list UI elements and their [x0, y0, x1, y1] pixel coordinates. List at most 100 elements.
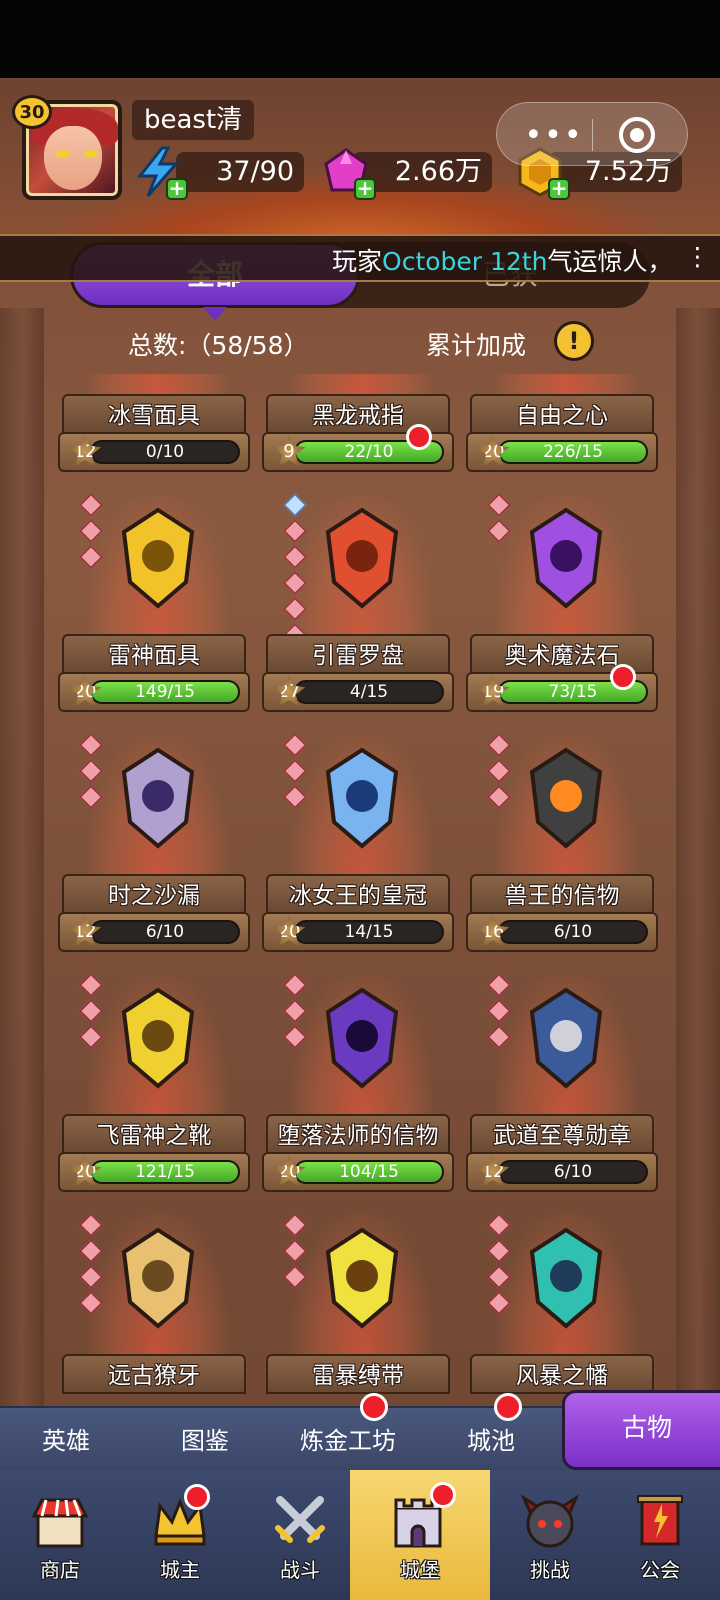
progress-bar: 14/15 — [294, 920, 444, 944]
header: 30 beast清 37/90 + 2.66万 + 7.52万 + ••• — [0, 78, 720, 243]
progress-bar: 6/10 — [90, 920, 240, 944]
star-rating — [283, 973, 307, 1049]
relic-card[interactable]: 飞雷神之靴 121/15 20 — [58, 964, 252, 1194]
lightning-icon[interactable]: + — [132, 146, 188, 200]
relic-grid: 冰雪面具 0/10 12 黑龙戒指 22/10 9 自由之心 226/15 20 雷神面具 149/… — [0, 374, 720, 1454]
star-icon — [283, 519, 307, 543]
relic-name: 雷神面具 — [108, 643, 200, 669]
star-icon — [487, 1213, 511, 1237]
progress-text: 226/15 — [543, 442, 603, 462]
star-icon — [283, 571, 307, 595]
more-menu-icon[interactable]: ••• — [519, 103, 589, 167]
star-icon — [283, 493, 307, 517]
star-icon — [487, 1291, 511, 1315]
star-icon — [283, 597, 307, 621]
ticker-highlight: October 12th — [382, 247, 548, 276]
gem-icon[interactable]: + — [320, 146, 376, 200]
nav-castle-label: 城堡 — [400, 1558, 440, 1582]
star-icon — [283, 759, 307, 783]
star-icon — [79, 1213, 103, 1237]
progress-bar: 149/15 — [90, 680, 240, 704]
plus-icon[interactable]: + — [354, 178, 376, 200]
star-icon — [79, 973, 103, 997]
nav-shop-label: 商店 — [40, 1558, 80, 1582]
relic-name: 雷暴缚带 — [312, 1363, 404, 1389]
relic-icon — [121, 987, 195, 1089]
subnav-relics[interactable]: 古物 — [562, 1390, 720, 1470]
level-badge: 30 — [12, 95, 52, 129]
star-icon — [487, 999, 511, 1023]
relic-card[interactable]: 雷神面具 149/15 20 — [58, 484, 252, 714]
relic-card[interactable]: 武道至尊勋章 6/10 12 — [466, 964, 660, 1194]
nav-lord[interactable]: 城主 — [120, 1470, 240, 1600]
star-icon — [283, 545, 307, 569]
relic-name: 风暴之幡 — [516, 1363, 608, 1389]
star-icon — [487, 785, 511, 809]
avatar-eye — [84, 150, 98, 158]
energy-value: 37/90 — [176, 152, 304, 192]
nav-guild-label: 公会 — [640, 1558, 680, 1582]
ticker-suffix: 气运惊人， — [547, 247, 673, 276]
relic-icon — [325, 507, 399, 609]
relic-card[interactable]: 奥术魔法石 73/15 19 — [466, 484, 660, 714]
relic-icon — [529, 507, 603, 609]
progress-bar: 6/10 — [498, 1160, 648, 1184]
relic-card[interactable]: 冰雪面具 0/10 12 — [58, 374, 252, 474]
star-icon — [283, 973, 307, 997]
guild-banner-icon — [637, 1495, 683, 1546]
relic-card[interactable]: 堕落法师的信物 104/15 20 — [262, 964, 456, 1194]
close-target-icon[interactable] — [619, 117, 655, 153]
relic-card[interactable]: 时之沙漏 6/10 12 — [58, 724, 252, 954]
bottom-navigation: 商店 城主 战斗 城堡 挑战 公会 — [0, 1470, 720, 1600]
star-icon — [487, 759, 511, 783]
nav-battle[interactable]: 战斗 — [240, 1470, 360, 1600]
plus-icon[interactable]: + — [166, 178, 188, 200]
star-icon — [283, 733, 307, 757]
notification-dot — [360, 1393, 388, 1421]
notification-dot — [494, 1393, 522, 1421]
star-icon — [79, 1291, 103, 1315]
star-rating — [79, 1213, 103, 1315]
collection-total: 总数:（58/58） — [128, 331, 309, 360]
subnav-heroes[interactable]: 英雄 — [0, 1408, 132, 1474]
star-icon — [487, 1265, 511, 1289]
nav-shop[interactable]: 商店 — [0, 1470, 120, 1600]
relic-name: 兽王的信物 — [504, 883, 620, 909]
notification-dot — [430, 1482, 456, 1508]
relic-card[interactable]: 引雷罗盘 4/15 27 — [262, 484, 456, 714]
progress-text: 0/10 — [145, 442, 185, 462]
star-icon — [487, 733, 511, 757]
relic-icon — [529, 747, 603, 849]
progress-bar: 0/10 — [90, 440, 240, 464]
shop-icon — [31, 1498, 89, 1548]
relic-card[interactable]: 冰女王的皇冠 14/15 20 — [262, 724, 456, 954]
info-icon[interactable]: ! — [554, 321, 594, 361]
subnav-alchemy[interactable]: 炼金工坊 — [278, 1408, 418, 1474]
progress-bar: 6/10 — [498, 920, 648, 944]
relic-name: 远古獠牙 — [108, 1363, 200, 1389]
relic-name: 武道至尊勋章 — [493, 1123, 631, 1149]
nav-guild[interactable]: 公会 — [600, 1470, 720, 1600]
plus-icon[interactable]: + — [548, 178, 570, 200]
nav-challenge[interactable]: 挑战 — [490, 1470, 610, 1600]
star-rating — [283, 1213, 307, 1289]
relic-card[interactable]: 远古獠牙 — [62, 1204, 252, 1434]
relic-card[interactable]: 兽王的信物 6/10 16 — [466, 724, 660, 954]
subnav-city[interactable]: 城池 — [426, 1408, 556, 1474]
subnav-codex[interactable]: 图鉴 — [140, 1408, 270, 1474]
relic-card[interactable]: 黑龙戒指 22/10 9 — [262, 374, 456, 474]
star-icon — [283, 1265, 307, 1289]
relic-icon — [529, 1227, 603, 1329]
star-icon — [283, 999, 307, 1023]
star-rating — [283, 493, 307, 647]
progress-text: 14/15 — [344, 922, 394, 942]
crossed-swords-icon — [275, 1496, 325, 1543]
progress-text: 149/15 — [135, 682, 195, 702]
ticker-more-icon[interactable]: ⋮ — [685, 242, 710, 271]
nav-castle[interactable]: 城堡 — [350, 1470, 490, 1600]
star-icon — [79, 545, 103, 569]
relic-card[interactable]: 自由之心 226/15 20 — [466, 374, 660, 474]
star-rating — [79, 733, 103, 809]
star-rating — [283, 733, 307, 809]
star-rating — [487, 973, 511, 1049]
